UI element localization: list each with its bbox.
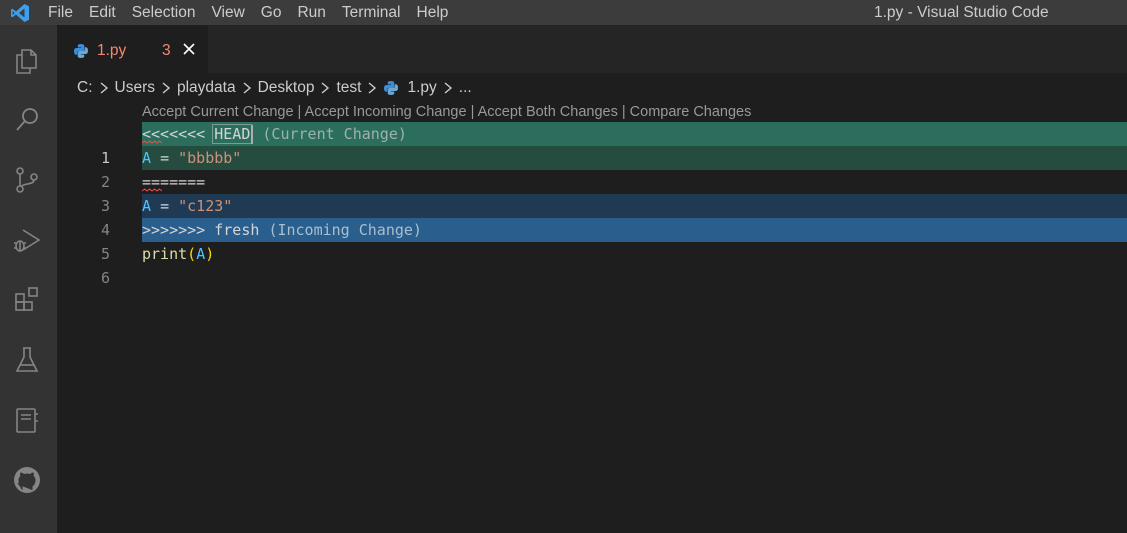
code-line-2: 2 A = "bbbbb" bbox=[57, 146, 1127, 191]
chevron-right-icon bbox=[242, 81, 252, 95]
string-token: "bbbbb" bbox=[178, 149, 242, 167]
chevron-right-icon bbox=[367, 81, 377, 95]
tab-1-py[interactable]: 1.py 3 bbox=[57, 25, 208, 73]
string-token: "c123" bbox=[178, 197, 233, 215]
menu-help[interactable]: Help bbox=[409, 0, 457, 25]
paren-token: ) bbox=[205, 245, 215, 263]
extensions-icon[interactable] bbox=[11, 284, 43, 316]
source-control-icon[interactable] bbox=[11, 164, 43, 196]
head-label: HEAD bbox=[212, 124, 253, 144]
function-token: print bbox=[142, 245, 188, 263]
line-number: 6 bbox=[100, 269, 110, 287]
github-icon[interactable] bbox=[11, 464, 43, 496]
conflict-separator: ======= bbox=[142, 170, 1127, 194]
close-icon[interactable] bbox=[181, 41, 197, 57]
breadcrumb-drive[interactable]: C: bbox=[77, 79, 93, 97]
menu-file[interactable]: File bbox=[40, 0, 81, 25]
breadcrumb-more[interactable]: ... bbox=[459, 79, 472, 97]
chevron-right-icon bbox=[320, 81, 330, 95]
operator-token: = bbox=[160, 197, 170, 215]
breadcrumb-file-label: 1.py bbox=[407, 79, 437, 96]
breadcrumb-test[interactable]: test bbox=[336, 79, 361, 97]
menu-bar: File Edit Selection View Go Run Terminal… bbox=[40, 0, 456, 25]
editor[interactable]: 1 <<<<<<< HEAD (Current Change) 2 A = "b… bbox=[57, 122, 1127, 533]
variable-token: A bbox=[142, 197, 152, 215]
code-line-6: 6 print(A) bbox=[57, 242, 1127, 287]
explorer-icon[interactable] bbox=[11, 45, 43, 77]
title-bar: File Edit Selection View Go Run Terminal… bbox=[0, 0, 1127, 25]
merge-conflict-actions[interactable]: Accept Current Change | Accept Incoming … bbox=[142, 102, 751, 122]
conflict-current-header: <<<<<<< HEAD (Current Change) bbox=[142, 122, 1127, 146]
code-content: print(A) bbox=[142, 242, 1127, 266]
error-squiggle bbox=[142, 140, 162, 144]
chevron-right-icon bbox=[443, 81, 453, 95]
incoming-change-comment: (Incoming Change) bbox=[268, 221, 422, 239]
breadcrumb-desktop[interactable]: Desktop bbox=[258, 79, 315, 97]
conflict-current-body: A = "bbbbb" bbox=[142, 146, 1127, 170]
code-line-4: 4 A = "c123" bbox=[57, 194, 1127, 239]
conflict-incoming-body: A = "c123" bbox=[142, 194, 1127, 218]
breadcrumb-file[interactable]: 1.py bbox=[383, 79, 437, 97]
breadcrumb-users[interactable]: Users bbox=[115, 79, 155, 97]
conflict-marker: >>>>>>> bbox=[142, 221, 206, 239]
activity-bar bbox=[0, 25, 57, 533]
menu-run[interactable]: Run bbox=[289, 0, 333, 25]
notebook-icon[interactable] bbox=[11, 404, 43, 436]
vscode-logo-icon bbox=[0, 0, 40, 25]
chevron-right-icon bbox=[99, 81, 109, 95]
paren-token: ( bbox=[187, 245, 197, 263]
window-title: 1.py - Visual Studio Code bbox=[874, 4, 1049, 21]
error-squiggle bbox=[142, 188, 162, 192]
chevron-right-icon bbox=[161, 81, 171, 95]
breadcrumb: C: Users playdata Desktop test 1.py ... bbox=[57, 73, 1127, 103]
run-debug-icon[interactable] bbox=[11, 224, 43, 256]
variable-token: A bbox=[196, 245, 206, 263]
search-icon[interactable] bbox=[11, 104, 43, 136]
variable-token: A bbox=[142, 149, 152, 167]
menu-edit[interactable]: Edit bbox=[81, 0, 124, 25]
code-line-3: 3 ======= bbox=[57, 170, 1127, 215]
breadcrumb-playdata[interactable]: playdata bbox=[177, 79, 236, 97]
menu-view[interactable]: View bbox=[203, 0, 252, 25]
problems-count-badge: 3 bbox=[162, 42, 171, 59]
menu-go[interactable]: Go bbox=[253, 0, 290, 25]
python-file-icon bbox=[73, 43, 89, 59]
text-cursor bbox=[251, 125, 254, 144]
code-line-5: 5 >>>>>>> fresh (Incoming Change) bbox=[57, 218, 1127, 263]
code-line-1: 1 <<<<<<< HEAD (Current Change) bbox=[57, 122, 1127, 167]
conflict-incoming-header: >>>>>>> fresh (Incoming Change) bbox=[142, 218, 1127, 242]
branch-label: fresh bbox=[214, 221, 260, 239]
current-change-comment: (Current Change) bbox=[262, 125, 407, 143]
python-file-icon bbox=[383, 80, 399, 96]
menu-selection[interactable]: Selection bbox=[124, 0, 204, 25]
menu-terminal[interactable]: Terminal bbox=[334, 0, 409, 25]
tab-bar: 1.py 3 bbox=[57, 25, 1127, 73]
tab-label: 1.py bbox=[97, 42, 127, 59]
operator-token: = bbox=[160, 149, 170, 167]
testing-icon[interactable] bbox=[11, 344, 43, 376]
